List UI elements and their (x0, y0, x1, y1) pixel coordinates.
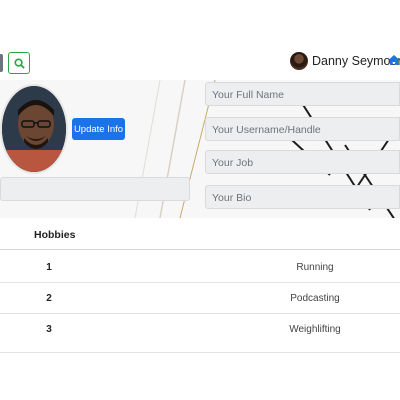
row-number: 1 (46, 262, 52, 273)
search-button[interactable] (8, 52, 30, 74)
extra-input-field[interactable] (0, 177, 190, 201)
search-icon (13, 57, 25, 69)
navbar-edge (0, 54, 3, 72)
home-icon[interactable] (388, 54, 400, 66)
profile-picture (0, 84, 68, 174)
bio-field[interactable]: Your Bio (205, 185, 400, 209)
table-row: 2 Podcasting (0, 282, 400, 314)
table-row: 3 Weighlifting (0, 313, 400, 353)
table-header: Hobbies (0, 218, 400, 250)
hobby-cell: Podcasting (290, 293, 340, 304)
user-name[interactable]: Danny Seymour (312, 54, 400, 68)
full-name-field[interactable]: Your Full Name (205, 82, 400, 106)
row-number: 3 (46, 324, 52, 335)
update-info-button[interactable]: Update Info (72, 118, 125, 140)
table-row: 1 Running (0, 251, 400, 283)
hobbies-header: Hobbies (34, 229, 76, 241)
avatar[interactable] (290, 52, 308, 70)
job-field[interactable]: Your Job (205, 150, 400, 174)
row-number: 2 (46, 293, 52, 304)
hobby-cell: Weighlifting (289, 324, 341, 335)
top-navbar: Danny Seymour (0, 44, 400, 84)
username-field[interactable]: Your Username/Handle (205, 117, 400, 141)
profile-hero: Update Info Your Full Name Your Username… (0, 80, 400, 218)
hobby-cell: Running (296, 262, 334, 273)
